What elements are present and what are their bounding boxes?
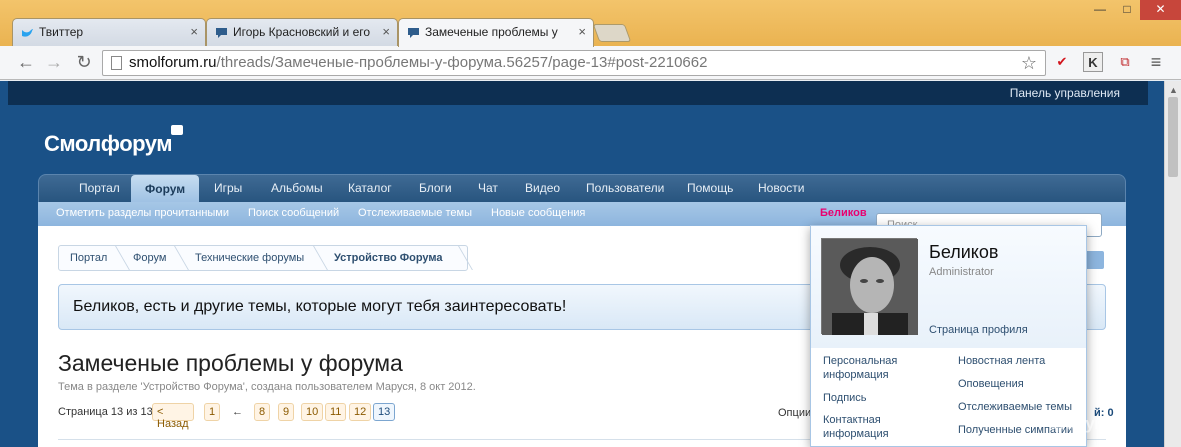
nav-catalog[interactable]: Каталог: [348, 181, 392, 195]
page-gap: ←: [232, 406, 243, 418]
tab-label: Твиттер: [39, 25, 84, 39]
url-host: smolforum.ru: [129, 54, 217, 71]
kaspersky-k-icon[interactable]: K: [1083, 52, 1103, 72]
mark-read-link[interactable]: Отметить разделы прочитанными: [56, 207, 229, 219]
breadcrumb-separator: [302, 246, 328, 270]
thread-title: Замеченые проблемы у форума: [58, 350, 403, 376]
alerts-link[interactable]: Оповещения: [958, 377, 1024, 391]
close-icon[interactable]: ×: [382, 24, 390, 39]
page-label: Страница 13 из 13: [58, 406, 153, 418]
scroll-up-icon[interactable]: ▲: [1169, 85, 1178, 95]
watched-threads-link[interactable]: Отслеживаемые темы: [358, 207, 472, 219]
user-menu-popup: Беликов Administrator Страница профиля П…: [810, 225, 1087, 447]
top-strip: Панель управления: [8, 81, 1148, 105]
star-icon[interactable]: ☆: [1021, 51, 1037, 75]
tab-twitter[interactable]: Твиттер ×: [12, 18, 206, 46]
close-window-button[interactable]: ✕: [1140, 0, 1181, 20]
control-panel-link[interactable]: Панель управления: [1010, 86, 1120, 100]
thread-subtitle: Тема в разделе 'Устройство Форума', созд…: [58, 381, 476, 393]
browser-titlebar: Твиттер × Игорь Красновский и его × Заме…: [0, 0, 1181, 47]
nav-chat[interactable]: Чат: [478, 181, 498, 195]
nav-help[interactable]: Помощь: [687, 181, 733, 195]
new-tab-button[interactable]: [592, 24, 632, 42]
browser-toolbar: ← → ↻ smolforum.ru/threads/Замеченые-про…: [0, 46, 1181, 80]
portrait-image: [822, 239, 918, 335]
site-logo[interactable]: Смолфорум: [44, 131, 173, 157]
personal-info-link[interactable]: Персональная информация: [823, 354, 943, 382]
page-icon: [111, 56, 122, 70]
close-icon[interactable]: ×: [190, 24, 198, 39]
nav-portal[interactable]: Портал: [79, 181, 120, 195]
forum-page: Панель управления Смолфорум Портал Форум…: [0, 81, 1164, 447]
page-1-button[interactable]: 1: [204, 403, 221, 421]
watermark-text: форум: [1050, 414, 1108, 433]
scroll-thumb[interactable]: [1168, 97, 1178, 177]
page-8-button[interactable]: 8: [254, 403, 271, 421]
user-role: Administrator: [929, 266, 994, 278]
menu-icon[interactable]: ≡: [1146, 52, 1166, 72]
nav-users[interactable]: Пользователи: [586, 181, 664, 195]
signature-link[interactable]: Подпись: [823, 391, 943, 405]
breadcrumb-separator: [447, 246, 473, 270]
nav-news[interactable]: Новости: [758, 181, 804, 195]
minimize-button[interactable]: —: [1086, 0, 1114, 20]
nav-blogs[interactable]: Блоги: [419, 181, 452, 195]
news-feed-link[interactable]: Новостная лента: [958, 354, 1045, 368]
main-nav: Портал Форум Игры Альбомы Каталог Блоги …: [38, 174, 1126, 204]
options-link[interactable]: Опции: [778, 407, 811, 419]
breadcrumb-separator: [104, 246, 130, 270]
prev-page-button[interactable]: < Назад: [152, 403, 194, 430]
page-11-button[interactable]: 11: [325, 403, 347, 421]
close-icon[interactable]: ×: [578, 24, 586, 39]
red-check-icon[interactable]: ✔: [1052, 52, 1072, 72]
twitter-bird-icon: [22, 29, 33, 37]
user-name[interactable]: Беликов: [929, 242, 998, 263]
vertical-scrollbar[interactable]: ▲: [1164, 81, 1181, 447]
logo-bubble-icon: [171, 125, 183, 135]
page-13-button[interactable]: 13: [373, 403, 396, 421]
crumb-forum[interactable]: Форум: [133, 252, 166, 264]
new-posts-link[interactable]: Новые сообщения: [491, 207, 585, 219]
profile-link[interactable]: Страница профиля: [929, 324, 1028, 336]
page-12-button[interactable]: 12: [349, 403, 372, 421]
nav-albums[interactable]: Альбомы: [271, 181, 323, 195]
crumb-tech-forums[interactable]: Технические форумы: [195, 252, 304, 264]
speech-bubble-icon: [216, 28, 227, 38]
maximize-button[interactable]: □: [1114, 0, 1140, 20]
forward-button[interactable]: →: [42, 51, 66, 75]
address-bar[interactable]: smolforum.ru/threads/Замеченые-проблемы-…: [102, 50, 1046, 76]
search-posts-link[interactable]: Поиск сообщений: [248, 207, 339, 219]
crumb-forum-structure[interactable]: Устройство Форума: [334, 252, 443, 264]
url-path: /threads/Замеченые-проблемы-у-форума.562…: [216, 54, 708, 71]
page-9-button[interactable]: 9: [278, 403, 295, 421]
nav-games[interactable]: Игры: [214, 181, 242, 195]
back-button[interactable]: ←: [14, 51, 38, 75]
translate-icon[interactable]: ⧉: [1115, 52, 1135, 72]
tab-current[interactable]: Замеченые проблемы у ×: [398, 18, 594, 47]
page-10-button[interactable]: 10: [301, 403, 324, 421]
visitor-link[interactable]: Беликов: [820, 207, 867, 219]
tab-igor[interactable]: Игорь Красновский и его ×: [206, 18, 398, 46]
breadcrumb: Портал Форум Технические форумы Устройст…: [58, 245, 473, 271]
watched-threads-popup-link[interactable]: Отслеживаемые темы: [958, 400, 1072, 414]
reload-button[interactable]: ↻: [72, 51, 96, 75]
nav-video[interactable]: Видео: [525, 181, 560, 195]
contact-info-link[interactable]: Контактная информация: [823, 413, 943, 441]
breadcrumb-separator: [163, 246, 189, 270]
tab-label: Замеченые проблемы у: [425, 25, 558, 39]
user-card: Беликов Administrator Страница профиля: [811, 226, 1086, 348]
crumb-portal[interactable]: Портал: [70, 252, 107, 264]
speech-bubble-icon: [408, 28, 419, 38]
tab-label: Игорь Красновский и его: [233, 25, 371, 39]
nav-forum[interactable]: Форум: [131, 175, 200, 204]
avatar[interactable]: [821, 238, 918, 335]
